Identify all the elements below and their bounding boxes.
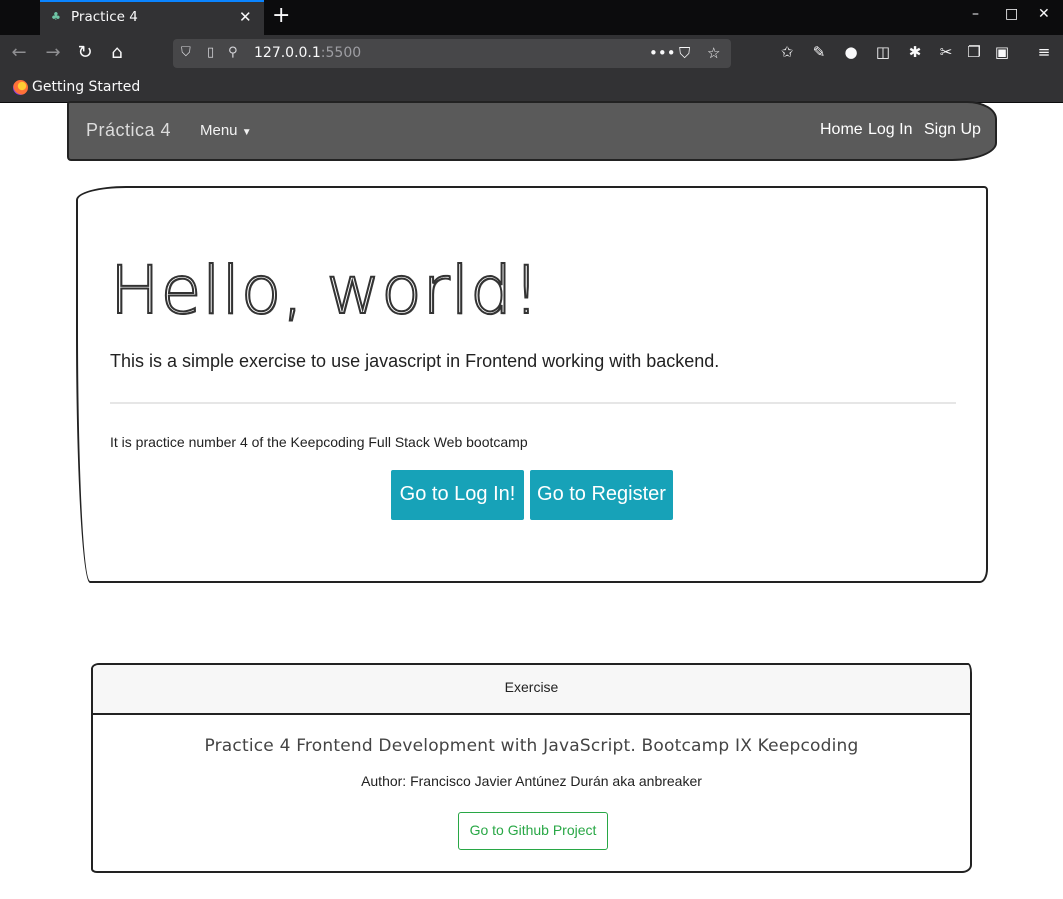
wrench-icon[interactable]: ✎ [809, 43, 829, 61]
site-navbar: Práctica 4 Menu ▼ Home Log In Sign Up [67, 101, 997, 161]
minimize-icon[interactable]: – [972, 6, 979, 22]
extension-icon[interactable]: ✱ [905, 43, 925, 61]
url-host: 127.0.0.1 [254, 45, 321, 61]
nav-link-home[interactable]: Home [820, 121, 863, 139]
close-window-icon[interactable]: ✕ [1038, 6, 1050, 22]
reader-view-icon[interactable]: ◫ [873, 43, 893, 61]
nav-link-signup[interactable]: Sign Up [924, 121, 981, 139]
clipboard-icon[interactable]: ▣ [992, 43, 1012, 61]
back-icon[interactable]: ← [7, 42, 31, 64]
shield-icon[interactable]: ⛉ [181, 45, 191, 60]
menu-label: Menu [200, 122, 238, 139]
new-tab-icon[interactable]: + [272, 3, 290, 28]
bookmarks-bar: Getting Started [0, 72, 1063, 103]
card-header: Exercise [93, 665, 970, 715]
reload-icon[interactable]: ↻ [73, 42, 97, 64]
close-tab-icon[interactable]: ✕ [239, 8, 252, 26]
home-icon[interactable]: ⌂ [105, 42, 129, 64]
maximize-icon[interactable]: □ [1005, 6, 1018, 22]
divider [110, 402, 956, 404]
go-to-login-button[interactable]: Go to Log In! [391, 470, 524, 520]
tab-bar: ♣ Practice 4 ✕ + – □ ✕ [0, 0, 1063, 35]
github-project-button[interactable]: Go to Github Project [458, 812, 608, 850]
hamburger-menu-icon[interactable]: ≡ [1034, 43, 1054, 61]
url-bar[interactable]: ⛉ ▯ ⚲ 127.0.0.1:5500 ••• ⛉ ☆ [173, 39, 731, 68]
practice-description: It is practice number 4 of the Keepcodin… [110, 434, 528, 450]
firefox-icon [13, 80, 28, 95]
url-text[interactable]: 127.0.0.1:5500 [254, 45, 361, 61]
scissors-icon[interactable]: ✂ [936, 43, 956, 61]
card-header-text: Exercise [504, 679, 559, 695]
bookmarks-menu-icon[interactable]: ✩ [777, 43, 797, 61]
url-port: :5500 [320, 45, 362, 61]
account-icon[interactable]: ● [841, 43, 861, 61]
forward-icon[interactable]: → [41, 42, 65, 64]
card-author: Author: Francisco Javier Antúnez Durán a… [361, 773, 702, 789]
nav-link-login[interactable]: Log In [868, 121, 912, 139]
jumbotron: Hello, world! This is a simple exercise … [76, 186, 988, 583]
page-icon[interactable]: ▯ [207, 45, 214, 60]
menu-dropdown-toggle[interactable]: Menu ▼ [200, 122, 252, 139]
exercise-card: Exercise Practice 4 Frontend Development… [91, 663, 972, 873]
bookmark-getting-started[interactable]: Getting Started [32, 79, 140, 95]
bookmark-star-icon[interactable]: ☆ [707, 44, 720, 62]
page-title: Hello, world! [109, 251, 541, 330]
more-actions-icon[interactable]: ••• [649, 44, 676, 62]
navbar-brand[interactable]: Práctica 4 [86, 120, 171, 141]
page-content: Práctica 4 Menu ▼ Home Log In Sign Up He… [0, 101, 1063, 899]
card-title: Practice 4 Frontend Development with Jav… [204, 736, 859, 756]
pocket-icon[interactable]: ⛉ [679, 44, 690, 62]
tab-title: Practice 4 [71, 9, 138, 25]
go-to-register-button[interactable]: Go to Register [530, 470, 673, 520]
lead-text: This is a simple exercise to use javascr… [110, 351, 720, 371]
browser-toolbar: ← → ↻ ⌂ ⛉ ▯ ⚲ 127.0.0.1:5500 ••• ⛉ ☆ ✩ ✎… [0, 35, 1063, 72]
leaf-icon: ♣ [51, 10, 61, 23]
permissions-icon[interactable]: ⚲ [228, 45, 238, 60]
caret-down-icon: ▼ [241, 127, 252, 138]
copy-icon[interactable]: ❐ [964, 43, 984, 61]
active-tab[interactable]: ♣ Practice 4 ✕ [40, 0, 264, 35]
